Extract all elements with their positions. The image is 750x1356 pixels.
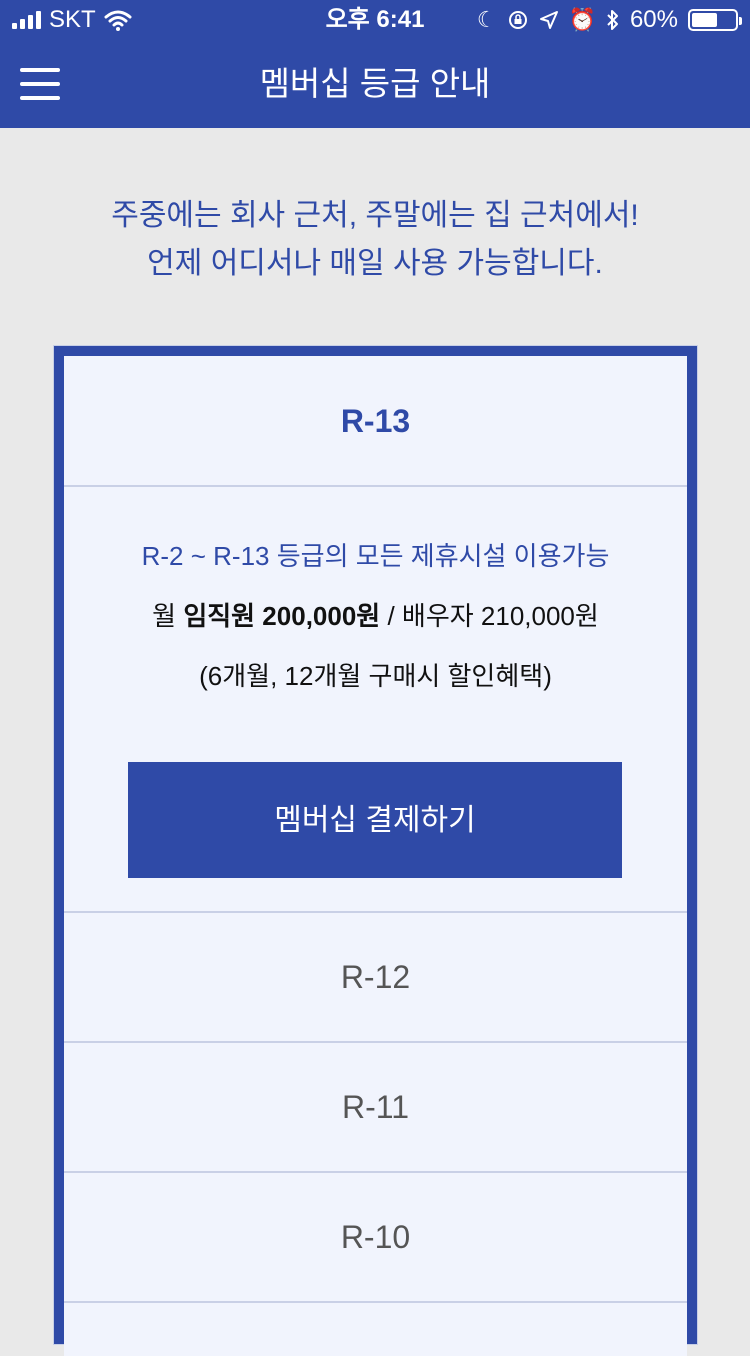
divider [64,485,687,487]
price-spouse: 배우자 210,000원 [401,601,599,631]
intro-line-2: 언제 어디서나 매일 사용 가능합니다. [147,247,603,280]
divider [64,1301,687,1303]
tier-list-inner: R-13 R-2 ~ R-13 등급의 모든 제휴시설 이용가능 월 임직원 2… [64,356,687,1356]
alarm-clock-icon: ⏰ [568,7,596,32]
price-prefix: 월 [152,601,177,631]
status-bar: SKT 오후 6:41 ☾ ⏰ 60% [0,0,750,40]
tier-price: 월 임직원 200,000원 / 배우자 210,000원 [64,596,687,633]
divider [64,911,687,913]
location-arrow-icon [539,11,558,29]
intro-line-1: 주중에는 회사 근처, 주말에는 집 근처에서! [111,199,639,232]
page-title: 멤버십 등급 안내 [259,65,491,102]
discount-note: (6개월, 12개월 구매시 할인혜택) [199,661,552,691]
nav-bar: 멤버십 등급 안내 [0,40,750,128]
tier-header-r10[interactable]: R-10 [64,1212,687,1262]
membership-tier-list: R-13 R-2 ~ R-13 등급의 모든 제휴시설 이용가능 월 임직원 2… [53,345,698,1356]
divider [64,1171,687,1173]
battery-level [692,13,718,27]
do-not-disturb-icon: ☾ [476,7,497,32]
bluetooth-icon [607,10,618,30]
intro-text: 주중에는 회사 근처, 주말에는 집 근처에서! 언제 어디서나 매일 사용 가… [0,192,750,288]
app-header: SKT 오후 6:41 ☾ ⏰ 60% 멤버십 등급 안내 [0,0,750,128]
divider [64,1041,687,1043]
tier-description: R-2 ~ R-13 등급의 모든 제휴시설 이용가능 [141,541,610,571]
price-employee: 임직원 200,000원 [183,601,381,631]
status-right: ☾ ⏰ 60% [476,0,742,40]
battery-icon [688,9,742,31]
tier-header-r13[interactable]: R-13 [64,396,687,446]
tier-header-r11[interactable]: R-11 [64,1082,687,1132]
battery-percent: 60% [629,6,678,33]
price-separator: / [387,601,395,631]
membership-payment-button[interactable]: 멤버십 결제하기 [128,762,622,878]
rotation-lock-icon [508,11,527,29]
tier-header-r12[interactable]: R-12 [64,952,687,1002]
